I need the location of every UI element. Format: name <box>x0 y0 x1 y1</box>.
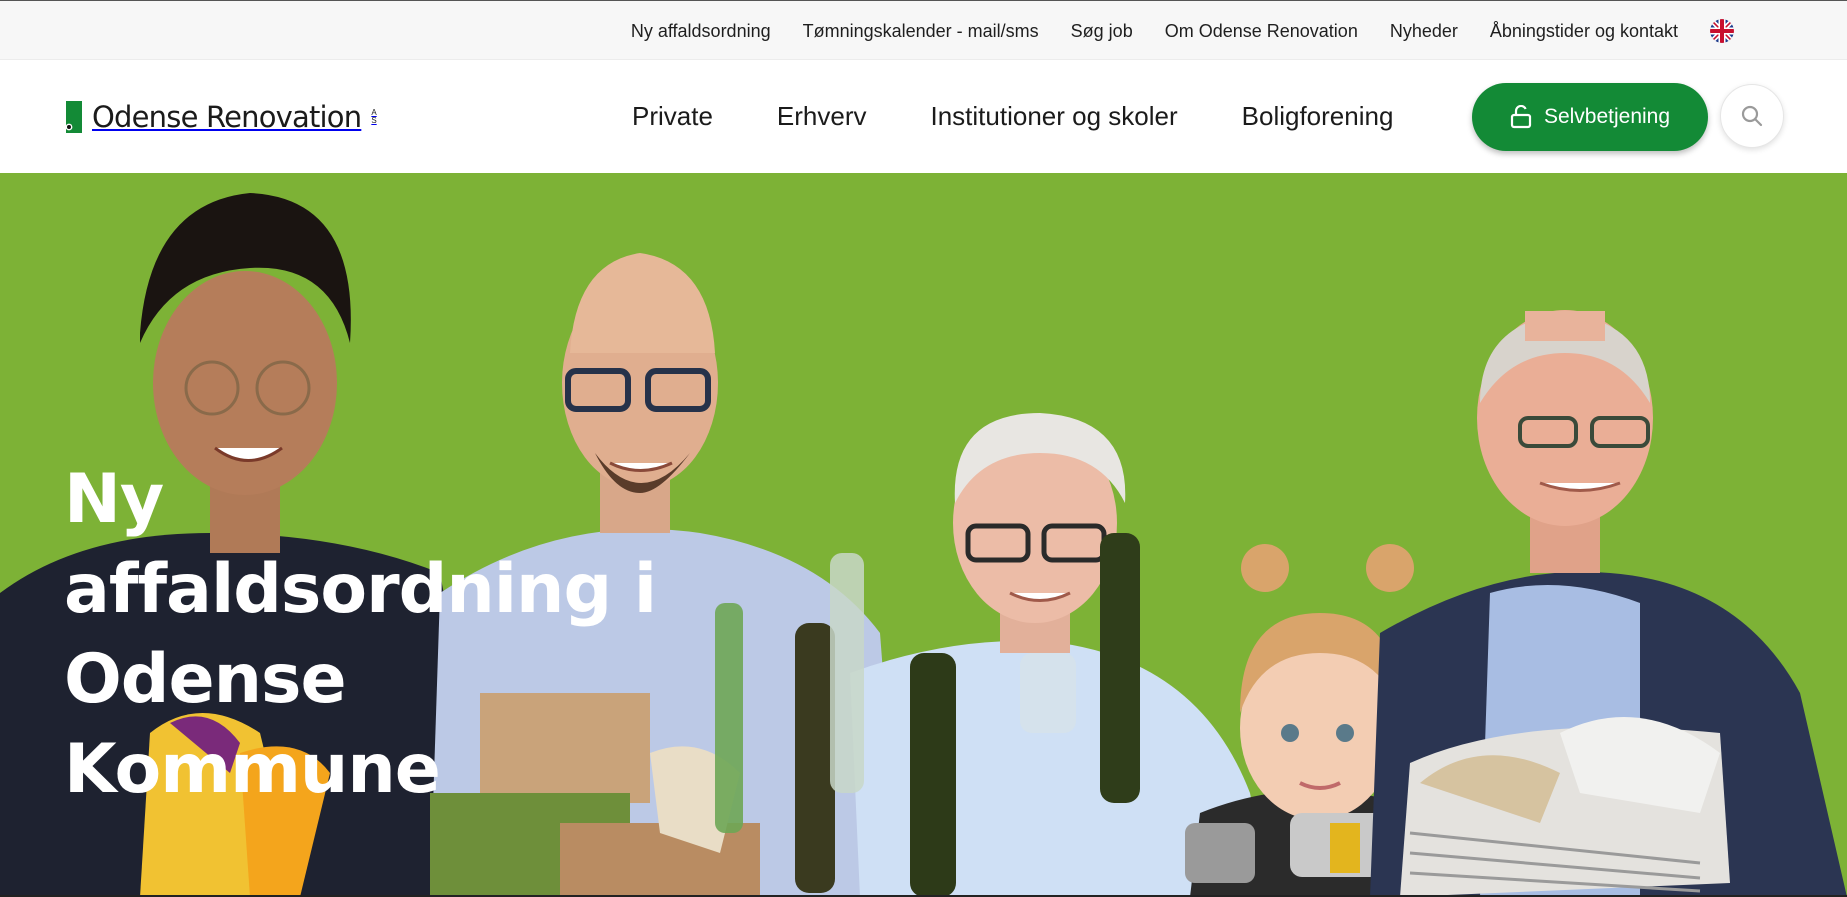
search-icon <box>1741 105 1763 127</box>
main-header: Odense Renovation A S Private Erhverv In… <box>0 60 1847 173</box>
selvbetjening-button[interactable]: Selvbetjening <box>1472 83 1708 151</box>
utility-link-om-odense-renovation[interactable]: Om Odense Renovation <box>1165 21 1358 42</box>
hero-title: Ny affaldsordning i Odense Kommune <box>64 455 684 815</box>
logo-suffix: A S <box>371 108 377 125</box>
nav-private[interactable]: Private <box>632 101 713 132</box>
hero-banner: Ny affaldsordning i Odense Kommune <box>0 173 1847 897</box>
utility-bar: Ny affaldsordning Tømningskalender - mai… <box>0 0 1847 60</box>
nav-institutioner-og-skoler[interactable]: Institutioner og skoler <box>931 101 1178 132</box>
search-button[interactable] <box>1720 84 1784 148</box>
utility-link-abningstider[interactable]: Åbningstider og kontakt <box>1490 21 1678 42</box>
person-older-woman <box>715 413 1270 897</box>
logo-mark-icon <box>65 101 82 133</box>
utility-nav: Ny affaldsordning Tømningskalender - mai… <box>631 1 1734 61</box>
logo-text: Odense Renovation <box>92 100 362 134</box>
utility-link-ny-affaldsordning[interactable]: Ny affaldsordning <box>631 21 771 42</box>
utility-link-tomningskalender[interactable]: Tømningskalender - mail/sms <box>803 21 1039 42</box>
unlock-icon <box>1510 105 1532 129</box>
main-nav: Private Erhverv Institutioner og skoler … <box>632 60 1393 173</box>
selvbetjening-label: Selvbetjening <box>1543 105 1671 128</box>
hero-title-line-1: Ny affaldsordning i <box>64 460 657 629</box>
utility-link-sog-job[interactable]: Søg job <box>1071 21 1133 42</box>
uk-flag-icon[interactable] <box>1710 19 1734 43</box>
nav-boligforening[interactable]: Boligforening <box>1242 101 1394 132</box>
hero-title-line-2: Odense Kommune <box>64 640 441 809</box>
utility-link-nyheder[interactable]: Nyheder <box>1390 21 1458 42</box>
person-older-man <box>1370 310 1847 897</box>
nav-erhverv[interactable]: Erhverv <box>777 101 867 132</box>
logo[interactable]: Odense Renovation A S <box>64 100 377 134</box>
